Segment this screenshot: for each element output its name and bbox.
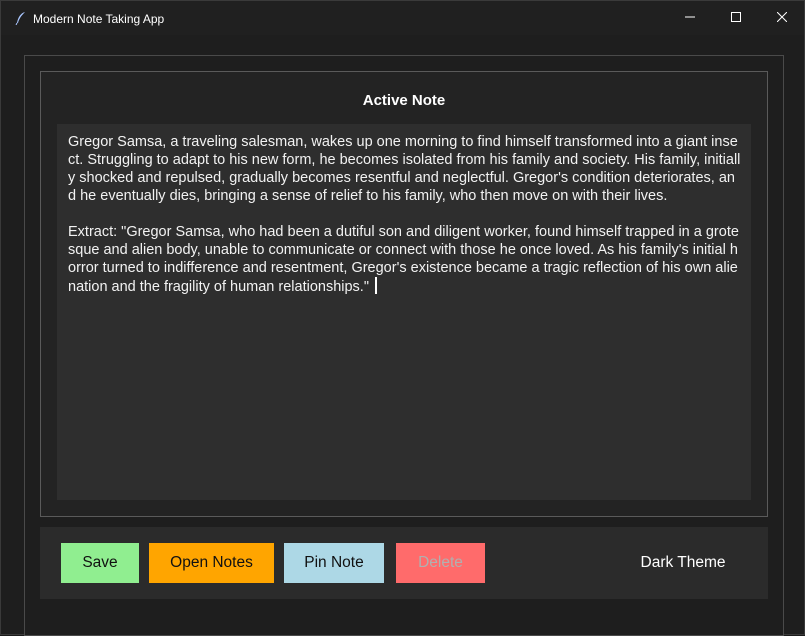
theme-toggle-button[interactable]: Dark Theme (623, 543, 743, 583)
active-note-panel: Active Note Gregor Samsa, a traveling sa… (40, 71, 768, 517)
minimize-button[interactable] (667, 1, 713, 35)
maximize-button[interactable] (713, 1, 759, 35)
action-toolbar: Save Open Notes Pin Note Delete Dark The… (40, 527, 768, 599)
note-content[interactable]: Gregor Samsa, a traveling salesman, wake… (68, 134, 740, 295)
window-title: Modern Note Taking App (33, 12, 165, 26)
save-button[interactable]: Save (61, 543, 139, 583)
note-header: Active Note (362, 92, 446, 109)
delete-button[interactable]: Delete (396, 543, 485, 583)
feather-icon (15, 11, 27, 26)
note-text-area[interactable]: Gregor Samsa, a traveling salesman, wake… (57, 124, 751, 500)
maximize-icon (731, 9, 741, 27)
minimize-icon (685, 9, 695, 27)
text-cursor (375, 277, 377, 294)
title-bar[interactable]: Modern Note Taking App (1, 1, 804, 35)
app-window: Modern Note Taking App Active Note Grego… (0, 0, 805, 636)
pin-note-button[interactable]: Pin Note (284, 543, 384, 583)
close-button[interactable] (759, 1, 805, 35)
open-notes-button[interactable]: Open Notes (149, 543, 274, 583)
close-icon (776, 9, 788, 27)
